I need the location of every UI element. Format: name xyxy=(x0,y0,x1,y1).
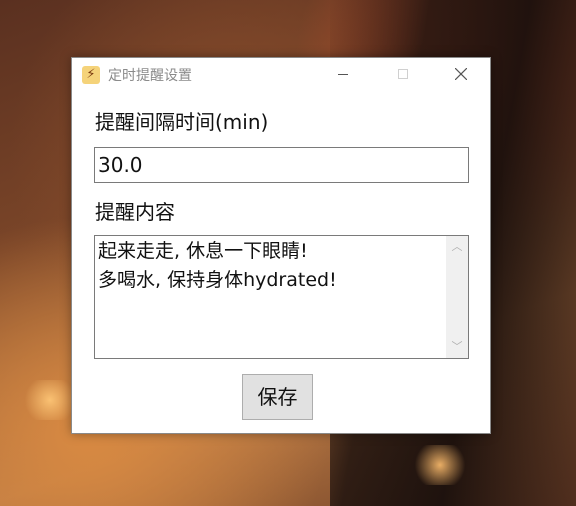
title-bar[interactable]: ⚡ 定时提醒设置 xyxy=(72,58,490,90)
app-icon: ⚡ xyxy=(82,66,100,84)
maximize-icon xyxy=(398,69,408,79)
window-title: 定时提醒设置 xyxy=(108,68,192,84)
minimize-button[interactable] xyxy=(320,58,366,90)
textarea-scrollbar[interactable]: ︿ ﹀ xyxy=(446,236,468,358)
save-button[interactable]: 保存 xyxy=(242,374,313,420)
close-icon xyxy=(454,67,468,81)
close-button[interactable] xyxy=(438,58,484,90)
scroll-up-icon[interactable]: ︿ xyxy=(446,238,468,256)
content-text: 起来走走, 休息一下眼睛! 多喝水, 保持身体hydrated! xyxy=(98,240,337,291)
interval-input[interactable]: 30.0 xyxy=(94,147,469,183)
minimize-icon xyxy=(338,73,348,75)
reminder-settings-window: ⚡ 定时提醒设置 提醒间隔时间(min) 30.0 提醒内容 起来走走, 休息一… xyxy=(71,57,491,434)
background-light-spot xyxy=(410,445,470,485)
maximize-button xyxy=(380,58,426,90)
scroll-down-icon[interactable]: ﹀ xyxy=(446,338,468,356)
interval-label: 提醒间隔时间(min) xyxy=(95,110,269,134)
content-textarea[interactable]: 起来走走, 休息一下眼睛! 多喝水, 保持身体hydrated! ︿ ﹀ xyxy=(94,235,469,359)
content-label: 提醒内容 xyxy=(95,200,175,224)
